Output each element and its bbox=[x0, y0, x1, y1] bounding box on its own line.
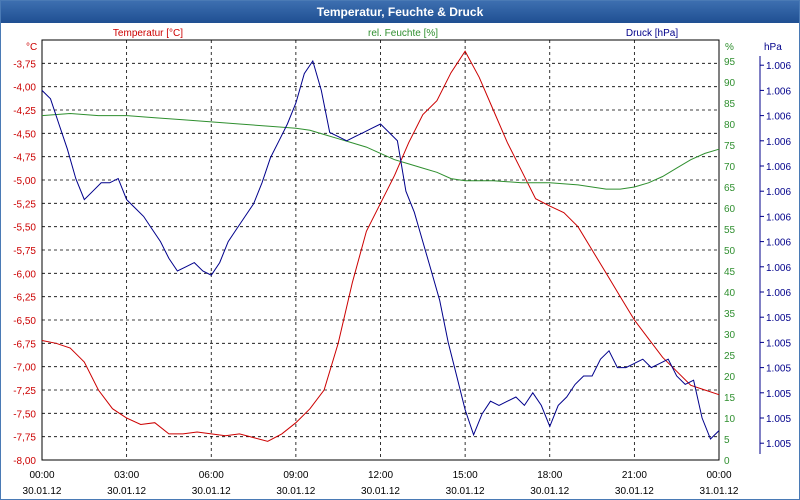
humidity-tick-label: 90 bbox=[724, 78, 736, 89]
pressure-tick-label: 1.005 bbox=[766, 313, 791, 324]
temperature-tick-label: -7,75 bbox=[13, 433, 36, 444]
legend-pressure: Druck [hPa] bbox=[626, 28, 678, 39]
x-tick-date: 30.01.12 bbox=[192, 486, 231, 497]
humidity-tick-label: 35 bbox=[724, 309, 736, 320]
x-tick-time: 15:00 bbox=[453, 470, 478, 481]
x-tick-date: 30.01.12 bbox=[530, 486, 569, 497]
humidity-tick-label: 25 bbox=[724, 351, 736, 362]
temperature-tick-label: -5,25 bbox=[13, 199, 36, 210]
x-tick-date: 31.01.12 bbox=[700, 486, 739, 497]
pressure-tick-label: 1.006 bbox=[766, 212, 791, 223]
temperature-tick-label: -4,75 bbox=[13, 153, 36, 164]
temperature-tick-label: -4,50 bbox=[13, 129, 36, 140]
humidity-tick-label: 70 bbox=[724, 162, 736, 173]
pressure-tick-label: 1.006 bbox=[766, 137, 791, 148]
x-tick-time: 12:00 bbox=[368, 470, 393, 481]
pressure-axis: hPa 1.006 1.006 1.006 1.006 1.006 1.006 1.006 1… bbox=[759, 42, 791, 454]
pressure-tick-label: 1.006 bbox=[766, 263, 791, 274]
x-tick-time: 06:00 bbox=[199, 470, 224, 481]
humidity-tick-label: 15 bbox=[724, 393, 736, 404]
humidity-unit-label: % bbox=[725, 42, 734, 53]
pressure-tick-label: 1.006 bbox=[766, 61, 791, 72]
x-tick-date: 30.01.12 bbox=[615, 486, 654, 497]
pressure-tick-label: 1.006 bbox=[766, 112, 791, 123]
humidity-tick-label: 60 bbox=[724, 204, 736, 215]
temperature-tick-label: -6,50 bbox=[13, 316, 36, 327]
pressure-tick-label: 1.005 bbox=[766, 414, 791, 425]
humidity-tick-label: 0 bbox=[724, 456, 730, 467]
humidity-tick-label: 50 bbox=[724, 246, 736, 257]
temperature-tick-label: -5,75 bbox=[13, 246, 36, 257]
humidity-axis: % 95908580757065605550454035302520151050 bbox=[724, 42, 736, 467]
x-tick-date: 30.01.12 bbox=[107, 486, 146, 497]
grid bbox=[42, 40, 719, 460]
temperature-tick-label: -7,00 bbox=[13, 363, 36, 374]
x-tick-time: 03:00 bbox=[114, 470, 139, 481]
x-tick-date: 30.01.12 bbox=[276, 486, 315, 497]
x-tick-time: 18:00 bbox=[537, 470, 562, 481]
temperature-tick-label: -3,75 bbox=[13, 59, 36, 70]
x-tick-date: 30.01.12 bbox=[361, 486, 400, 497]
legend-humidity: rel. Feuchte [%] bbox=[368, 28, 438, 39]
x-tick-time: 00:00 bbox=[706, 470, 731, 481]
humidity-tick-label: 45 bbox=[724, 267, 736, 278]
humidity-tick-label: 75 bbox=[724, 141, 736, 152]
temperature-tick-label: -6,25 bbox=[13, 293, 36, 304]
temperature-tick-label: -6,75 bbox=[13, 339, 36, 350]
x-axis: 00:00 30.01.12 03:00 30.01.12 06:00 30.01.12 0… bbox=[23, 470, 739, 497]
humidity-tick-label: 80 bbox=[724, 120, 736, 131]
pressure-unit-label: hPa bbox=[764, 42, 782, 53]
humidity-tick-label: 40 bbox=[724, 288, 736, 299]
pressure-tick-label: 1.005 bbox=[766, 439, 791, 450]
temperature-axis: °C -3,75 -4,00 -4,25 -4,50 -4,75 -5,00 -5,25 -5… bbox=[13, 42, 37, 467]
x-tick-time: 21:00 bbox=[622, 470, 647, 481]
temperature-tick-label: -4,00 bbox=[13, 83, 36, 94]
humidity-tick-label: 10 bbox=[724, 414, 736, 425]
humidity-tick-label: 95 bbox=[724, 57, 736, 68]
x-tick-date: 30.01.12 bbox=[446, 486, 485, 497]
x-tick-date: 30.01.12 bbox=[23, 486, 62, 497]
pressure-tick-label: 1.006 bbox=[766, 187, 791, 198]
temperature-tick-label: -4,25 bbox=[13, 106, 36, 117]
chart-svg: °C -3,75 -4,00 -4,25 -4,50 -4,75 -5,00 -5,25 -5… bbox=[13, 28, 791, 497]
pressure-tick-label: 1.005 bbox=[766, 364, 791, 375]
humidity-tick-label: 85 bbox=[724, 99, 736, 110]
pressure-tick-label: 1.006 bbox=[766, 162, 791, 173]
pressure-tick-label: 1.006 bbox=[766, 86, 791, 97]
x-tick-time: 00:00 bbox=[29, 470, 54, 481]
temperature-tick-label: -5,00 bbox=[13, 176, 36, 187]
humidity-tick-label: 30 bbox=[724, 330, 736, 341]
pressure-tick-label: 1.005 bbox=[766, 338, 791, 349]
x-tick-time: 09:00 bbox=[283, 470, 308, 481]
legend-temperature: Temperatur [°C] bbox=[113, 28, 183, 39]
temperature-tick-label: -7,50 bbox=[13, 409, 36, 420]
temperature-tick-label: -7,25 bbox=[13, 386, 36, 397]
temperature-unit-label: °C bbox=[26, 42, 37, 53]
humidity-tick-label: 55 bbox=[724, 225, 736, 236]
humidity-tick-label: 5 bbox=[724, 435, 730, 446]
pressure-tick-label: 1.006 bbox=[766, 288, 791, 299]
humidity-tick-label: 65 bbox=[724, 183, 736, 194]
temperature-tick-label: -8,00 bbox=[13, 456, 36, 467]
temperature-tick-label: -5,50 bbox=[13, 223, 36, 234]
temperature-tick-label: -6,00 bbox=[13, 269, 36, 280]
humidity-tick-label: 20 bbox=[724, 372, 736, 383]
pressure-tick-label: 1.006 bbox=[766, 238, 791, 249]
pressure-tick-label: 1.005 bbox=[766, 389, 791, 400]
